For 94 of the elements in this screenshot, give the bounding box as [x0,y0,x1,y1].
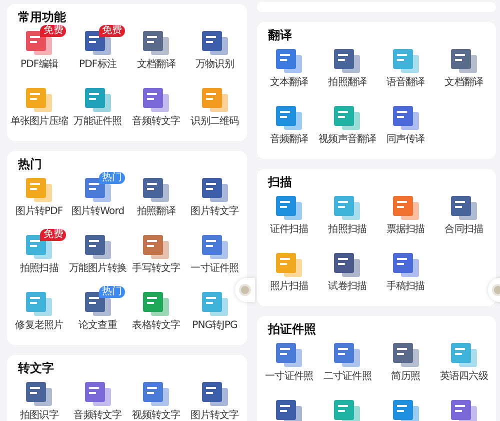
tool-label[interactable]: 万能证件照 [74,114,122,128]
tile-icon[interactable] [334,400,360,421]
tool-label[interactable]: 证件扫描 [270,222,308,236]
tool-label[interactable]: 视频声音翻译 [318,132,376,146]
tool-label[interactable]: 视频转文字 [132,408,180,421]
section-title: 常用功能 [17,9,66,25]
tool-label[interactable]: 拍照扫描 [328,222,367,236]
tag-badge: 热门 [98,172,125,184]
tool-label[interactable]: 手稿扫描 [386,279,425,293]
tag-badge: 免费 [40,229,66,241]
tile-icon[interactable] [392,343,419,367]
tool-label[interactable]: 图片转Word [71,204,124,218]
tool-label[interactable]: 拍照翻译 [137,204,176,218]
tag-badge: 免费 [98,25,125,37]
tool-label[interactable]: 英语四六级 [440,369,488,383]
tile-icon[interactable] [26,178,52,202]
tile-icon[interactable] [334,196,360,220]
tile-icon[interactable] [84,88,111,112]
tool-label[interactable]: PDF标注 [79,57,116,71]
section-title: 拍证件照 [266,321,316,337]
tool-label[interactable]: 音频翻译 [270,132,308,146]
tool-label[interactable]: 拍照扫描 [20,261,58,275]
tile-icon[interactable] [392,253,419,277]
tile-icon[interactable] [334,343,360,367]
tool-label[interactable]: 修复老照片 [15,318,64,332]
tile-icon[interactable] [392,196,419,220]
tool-label[interactable]: 识别二维码 [190,114,239,128]
tile-icon[interactable] [202,292,228,316]
tool-label[interactable]: 文本翻译 [270,75,308,89]
tile-icon[interactable] [143,292,170,316]
tool-label[interactable]: 表格转文字 [132,318,180,332]
tool-label[interactable]: PDF编辑 [20,57,58,71]
tool-label[interactable]: 合同扫描 [444,222,484,236]
tile-icon[interactable] [202,382,228,406]
tile-icon[interactable] [450,400,477,421]
tool-label[interactable]: 单张图片压缩 [10,114,68,128]
tile-icon[interactable] [334,49,360,73]
tool-label[interactable]: 票据扫描 [386,222,425,236]
section-title: 翻译 [267,27,292,43]
tile-icon[interactable] [202,235,228,259]
tool-label[interactable]: 音频转文字 [132,114,180,128]
section-title: 扫描 [266,174,292,190]
tool-label[interactable]: 一寸证件照 [265,369,314,383]
tool-label[interactable]: 文档翻译 [137,57,176,71]
tile-icon[interactable] [143,235,170,259]
tool-label[interactable]: 试卷扫描 [328,279,367,293]
tool-label[interactable]: 手写转文字 [132,261,180,275]
tag-badge: 免费 [40,25,66,37]
tool-label[interactable]: 二寸证件照 [323,369,372,383]
tool-label[interactable]: 拍照翻译 [328,75,367,89]
tile-icon[interactable] [334,106,360,130]
tool-label[interactable]: 文档翻译 [444,75,484,89]
tool-label[interactable]: 语音翻译 [386,75,425,89]
tool-label[interactable]: 一寸证件照 [190,261,239,275]
tool-label[interactable]: 音频转文字 [74,408,122,421]
tile-icon[interactable] [276,343,302,367]
tile-icon[interactable] [276,196,302,220]
tool-label[interactable]: 拍图识字 [20,408,58,421]
tile-icon[interactable] [334,253,360,277]
tool-label[interactable]: 万能图片转换 [68,261,127,275]
section-title: 转文字 [16,360,54,376]
tile-icon[interactable] [202,178,228,202]
tile-icon[interactable] [392,400,419,421]
tile-icon[interactable] [26,382,52,406]
tile-icon[interactable] [392,49,419,73]
tag-badge: 热门 [98,286,125,298]
tile-icon[interactable] [450,343,477,367]
tile-icon[interactable] [26,292,52,316]
tool-label[interactable]: PNG转JPG [192,318,238,332]
tile-icon[interactable] [202,88,228,112]
section-title: 热门 [16,156,42,172]
tile-icon[interactable] [276,253,302,277]
tool-label[interactable]: 同声传译 [386,132,425,146]
tool-label[interactable]: 照片扫描 [270,279,308,293]
tool-label[interactable]: 万物识别 [196,57,234,71]
tile-icon[interactable] [392,106,419,130]
tile-icon[interactable] [143,178,170,202]
tile-icon[interactable] [450,49,477,73]
tile-icon[interactable] [26,88,52,112]
tool-label[interactable]: 论文查重 [78,318,117,332]
tile-icon[interactable] [202,31,228,55]
tile-icon[interactable] [143,88,170,112]
tile-icon[interactable] [276,106,302,130]
tile-icon[interactable] [84,235,111,259]
tool-label[interactable]: 图片转文字 [190,408,239,421]
tile-icon[interactable] [143,31,170,55]
tile-icon[interactable] [84,382,111,406]
tool-label[interactable]: 图片转PDF [16,204,63,218]
tile-icon[interactable] [143,382,170,406]
tool-label[interactable]: 图片转文字 [190,204,239,218]
tile-icon[interactable] [450,196,477,220]
tile-icon[interactable] [276,400,302,421]
tile-icon[interactable] [276,49,302,73]
tool-label[interactable]: 简历照 [391,369,420,383]
